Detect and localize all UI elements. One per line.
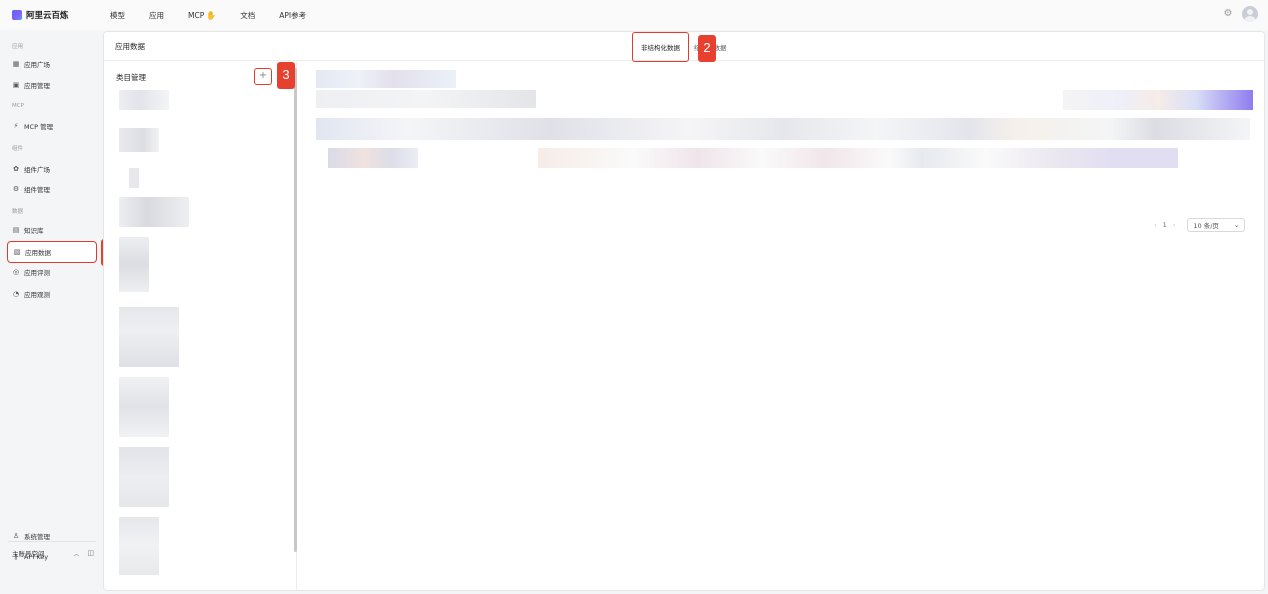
page-size-select[interactable]: 10 条/页 ⌄ [1187, 218, 1246, 232]
chevron-left-icon[interactable]: ‹ [1154, 221, 1157, 229]
sidebar-item-knowledge-base[interactable]: ▤ 知识库 [12, 224, 44, 236]
account-space-label: 主账号空间 [12, 550, 45, 558]
apps-icon: ▣ [12, 81, 20, 89]
table-header-row [316, 90, 536, 108]
gear-icon[interactable]: ⚙ [1222, 8, 1234, 20]
pagination: ‹ 1 › 10 条/页 ⌄ [1148, 218, 1246, 232]
brand[interactable]: 阿里云百炼 [12, 9, 110, 21]
chevron-down-icon: ⌄ [1233, 221, 1240, 229]
top-bar: 阿里云百炼 模型 应用 MCP ✋ 文档 API参考 ⚙ [0, 0, 1268, 30]
callout-3: 3 [277, 62, 295, 89]
sidebar-item-app-square[interactable]: ▦ 应用广场 [12, 58, 50, 70]
user-icon: ♙ [12, 532, 20, 540]
main-header: 应用数据 非结构化数据 结构化数据 [104, 32, 1264, 62]
list-item[interactable] [119, 128, 159, 152]
sidebar: 应用 ▦ 应用广场 ▣ 应用管理 MCP ⚡ MCP 管理 组件 ✿ 组件广场 ⚙ 组件管… [0, 30, 100, 594]
topnav-apps[interactable]: 应用 [149, 10, 164, 21]
sidebar-group-data: 数据 [12, 209, 24, 215]
topnav-models[interactable]: 模型 [110, 10, 125, 21]
main-panel: 应用数据 非结构化数据 结构化数据 类目管理 + ‹ 1 › 1 [103, 31, 1265, 591]
collapse-sidebar-icon[interactable]: ◫ [87, 549, 94, 557]
list-item[interactable] [119, 447, 169, 507]
sidebar-group-components: 组件 [12, 146, 24, 152]
list-item[interactable] [119, 237, 149, 292]
tab-label: 非结构化数据 [641, 44, 680, 52]
category-title: 类目管理 [116, 73, 146, 82]
chevron-up-icon[interactable]: ︿ [73, 549, 79, 558]
chevron-right-icon[interactable]: › [1173, 221, 1176, 229]
sidebar-item-label: 系统管理 [24, 533, 50, 541]
sidebar-item-label: 组件管理 [24, 186, 50, 194]
table-row[interactable] [328, 148, 418, 168]
puzzle-icon: ✿ [13, 165, 19, 173]
mcp-icon: ⚡ [13, 122, 19, 130]
table-header-row [316, 70, 456, 88]
avatar[interactable] [1242, 6, 1258, 22]
sidebar-item-app-observe[interactable]: ◔ 应用观测 [12, 288, 50, 300]
list-item[interactable] [119, 307, 179, 367]
sidebar-item-label: 应用评测 [24, 269, 50, 277]
list-item[interactable] [119, 90, 169, 110]
category-panel: 类目管理 + [104, 62, 297, 590]
hand-wave-icon: ✋ [206, 10, 217, 20]
tab-unstructured-data[interactable]: 非结构化数据 [632, 32, 689, 62]
brand-name: 阿里云百炼 [26, 11, 69, 21]
account-switcher[interactable]: 主账号空间 ︿ ◫ [12, 548, 94, 558]
pie-chart-icon: ◔ [12, 290, 20, 298]
table-row[interactable] [538, 148, 1178, 168]
sidebar-item-app-eval[interactable]: ◎ 应用评测 [12, 266, 50, 278]
topnav-docs[interactable]: 文档 [240, 10, 255, 21]
topnav-mcp-label: MCP [188, 10, 205, 20]
component-icon: ⚙ [12, 185, 20, 193]
sidebar-item-label: 组件广场 [24, 166, 50, 174]
sidebar-group-mcp: MCP [12, 103, 24, 109]
callout-2: 2 [698, 35, 716, 62]
sidebar-item-label: MCP 管理 [24, 123, 54, 131]
list-item[interactable] [119, 197, 189, 227]
category-scrollbar[interactable] [294, 68, 297, 552]
sidebar-divider [8, 541, 96, 542]
sidebar-item-mcp-manage[interactable]: ⚡ MCP 管理 [12, 120, 54, 132]
grid-icon: ▦ [12, 60, 20, 68]
sidebar-item-app-data[interactable]: ▧ 应用数据 [7, 241, 97, 263]
sidebar-item-label: 应用广场 [24, 61, 50, 69]
page-title: 应用数据 [115, 42, 145, 51]
sidebar-item-component-manage[interactable]: ⚙ 组件管理 [12, 183, 50, 195]
add-category-button[interactable]: + [254, 68, 272, 85]
sidebar-item-label: 应用数据 [25, 249, 51, 257]
book-icon: ▤ [12, 226, 20, 234]
table-header-row [1063, 90, 1253, 110]
top-right-tools: ⚙ [1222, 6, 1258, 22]
sidebar-item-label: 应用观测 [24, 291, 50, 299]
chart-icon: ▧ [13, 248, 21, 256]
list-item[interactable] [129, 168, 139, 188]
eval-icon: ◎ [12, 268, 20, 276]
sidebar-item-app-manage[interactable]: ▣ 应用管理 [12, 79, 50, 91]
top-nav: 模型 应用 MCP ✋ 文档 API参考 [110, 10, 330, 21]
brand-logo-icon [12, 10, 22, 20]
topnav-mcp[interactable]: MCP ✋ [188, 11, 216, 20]
page-size-value: 10 条/页 [1193, 222, 1219, 230]
sidebar-item-label: 应用管理 [24, 82, 50, 90]
sidebar-item-label: 知识库 [24, 227, 44, 235]
current-page[interactable]: 1 [1163, 221, 1167, 229]
data-table: ‹ 1 › 10 条/页 ⌄ [298, 62, 1264, 590]
sidebar-group-apps: 应用 [12, 44, 24, 50]
list-item[interactable] [119, 377, 169, 437]
topnav-api-reference[interactable]: API参考 [279, 10, 306, 21]
sidebar-item-component-square[interactable]: ✿ 组件广场 [12, 163, 50, 175]
list-item[interactable] [119, 517, 159, 575]
table-row[interactable] [316, 118, 1250, 140]
